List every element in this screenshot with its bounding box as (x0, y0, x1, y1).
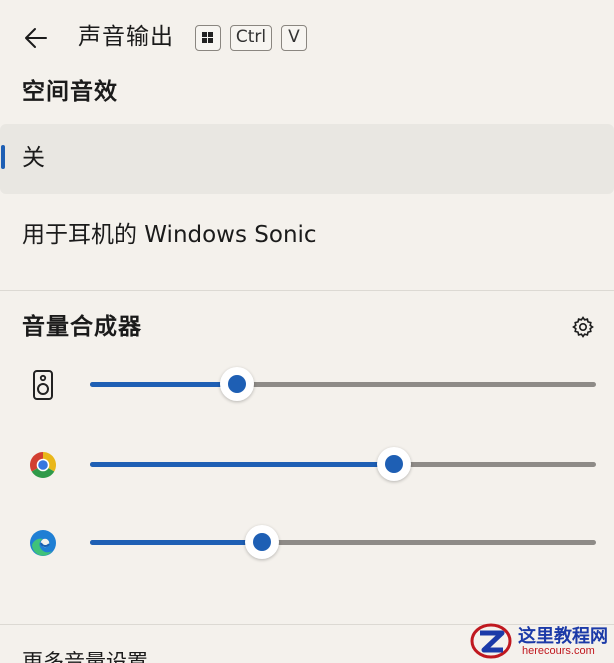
header: 声音输出 Ctrl V (0, 0, 614, 76)
gear-icon[interactable] (571, 315, 595, 339)
chrome-icon (28, 449, 58, 481)
spatial-option-off-label: 关 (22, 145, 45, 171)
slider-fill (90, 382, 237, 387)
mixer-row-speaker (0, 360, 614, 410)
v-key: V (281, 25, 307, 51)
speaker-icon (28, 369, 58, 401)
slider-thumb[interactable] (245, 525, 279, 559)
mixer-row-chrome (0, 440, 614, 490)
back-arrow-icon[interactable] (22, 24, 50, 52)
volume-slider-chrome[interactable] (90, 447, 596, 481)
watermark-domain: herecours.com (522, 645, 595, 657)
watermark-logo-icon (470, 621, 512, 661)
slider-thumb[interactable] (377, 447, 411, 481)
slider-thumb[interactable] (220, 367, 254, 401)
spatial-option-windows-sonic[interactable]: 用于耳机的 Windows Sonic (0, 205, 614, 265)
windows-key-icon (195, 25, 221, 51)
more-volume-settings-link[interactable]: 更多音量设置 (22, 648, 148, 663)
page-title: 声音输出 (78, 24, 174, 50)
slider-fill (90, 462, 394, 467)
spatial-option-sonic-label: 用于耳机的 Windows Sonic (22, 222, 317, 248)
volume-slider-speaker[interactable] (90, 367, 596, 401)
ctrl-key: Ctrl (230, 25, 272, 51)
slider-fill (90, 540, 262, 545)
volume-mixer-title: 音量合成器 (22, 314, 142, 340)
edge-icon (28, 527, 58, 559)
selection-indicator (1, 145, 5, 169)
spatial-option-off[interactable]: 关 (0, 124, 614, 194)
mixer-row-edge (0, 518, 614, 568)
watermark: 这里教程网 herecours.com (466, 618, 614, 663)
volume-slider-edge[interactable] (90, 525, 596, 559)
divider (0, 290, 614, 291)
spatial-sound-title: 空间音效 (22, 79, 118, 105)
